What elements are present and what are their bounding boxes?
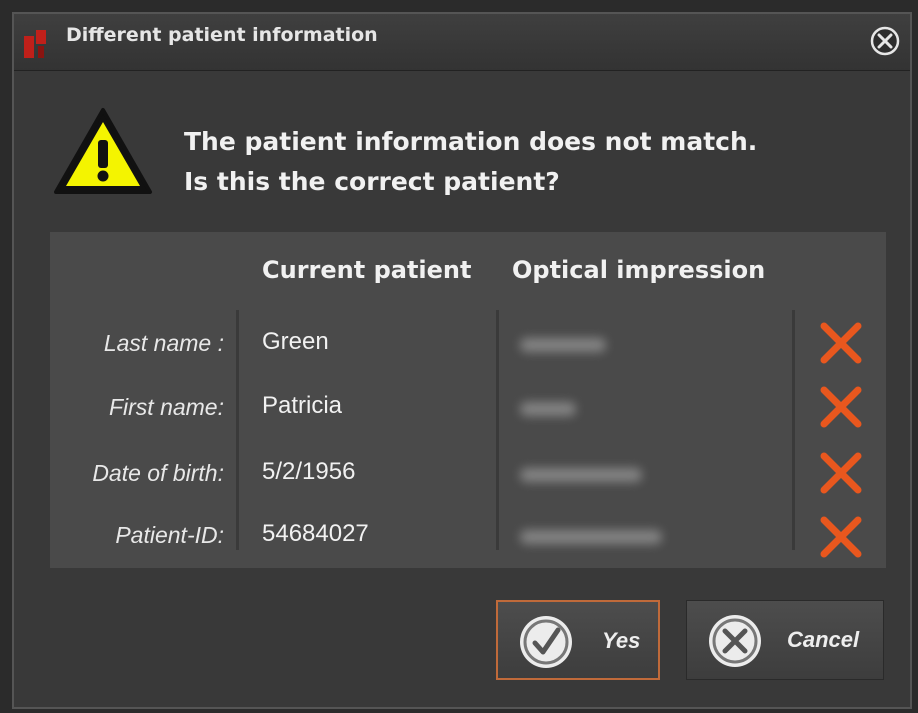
check-circle-icon [520, 616, 572, 668]
current-date-of-birth: 5/2/1956 [262, 458, 356, 485]
title-bar[interactable]: Different patient information [14, 14, 910, 71]
x-mark-icon [820, 386, 862, 428]
row-label-first-name: First name: [108, 394, 224, 420]
patient-comparison-table: Current patient Optical impression Last … [50, 232, 886, 568]
optical-patient-id-redacted [520, 530, 662, 544]
optical-last-name-redacted [520, 338, 606, 352]
yes-button[interactable]: Yes [496, 600, 660, 680]
current-last-name: Green [262, 328, 329, 355]
row-label-last-name: Last name : [103, 330, 224, 356]
mismatch-message: The patient information does not match. … [184, 122, 757, 202]
yes-button-label: Yes [602, 628, 641, 653]
message-line-1: The patient information does not match. [184, 127, 758, 156]
warning-triangle-icon [54, 108, 152, 194]
cancel-button-label: Cancel [787, 627, 860, 652]
row-label-date-of-birth: Date of birth: [92, 460, 224, 486]
message-line-2: Is this the correct patient? [184, 167, 560, 196]
row-label-patient-id: Patient-ID: [115, 522, 224, 548]
patient-mismatch-dialog: Different patient information The patien… [12, 12, 912, 709]
optical-date-of-birth-redacted [520, 468, 642, 482]
window-title: Different patient information [66, 24, 378, 46]
column-header-current-patient: Current patient [262, 256, 472, 284]
column-divider [496, 310, 499, 550]
optical-first-name-redacted [520, 402, 576, 416]
x-mark-icon [820, 452, 862, 494]
app-logo-icon [24, 30, 46, 58]
column-divider [792, 310, 795, 550]
current-first-name: Patricia [262, 392, 343, 419]
column-header-optical-impression: Optical impression [512, 256, 766, 284]
cancel-circle-icon [709, 615, 761, 667]
close-icon[interactable] [868, 24, 902, 58]
cancel-button[interactable]: Cancel [686, 600, 884, 680]
column-divider [236, 310, 239, 550]
x-mark-icon [820, 322, 862, 364]
x-mark-icon [820, 516, 862, 558]
current-patient-id: 54684027 [262, 520, 369, 547]
